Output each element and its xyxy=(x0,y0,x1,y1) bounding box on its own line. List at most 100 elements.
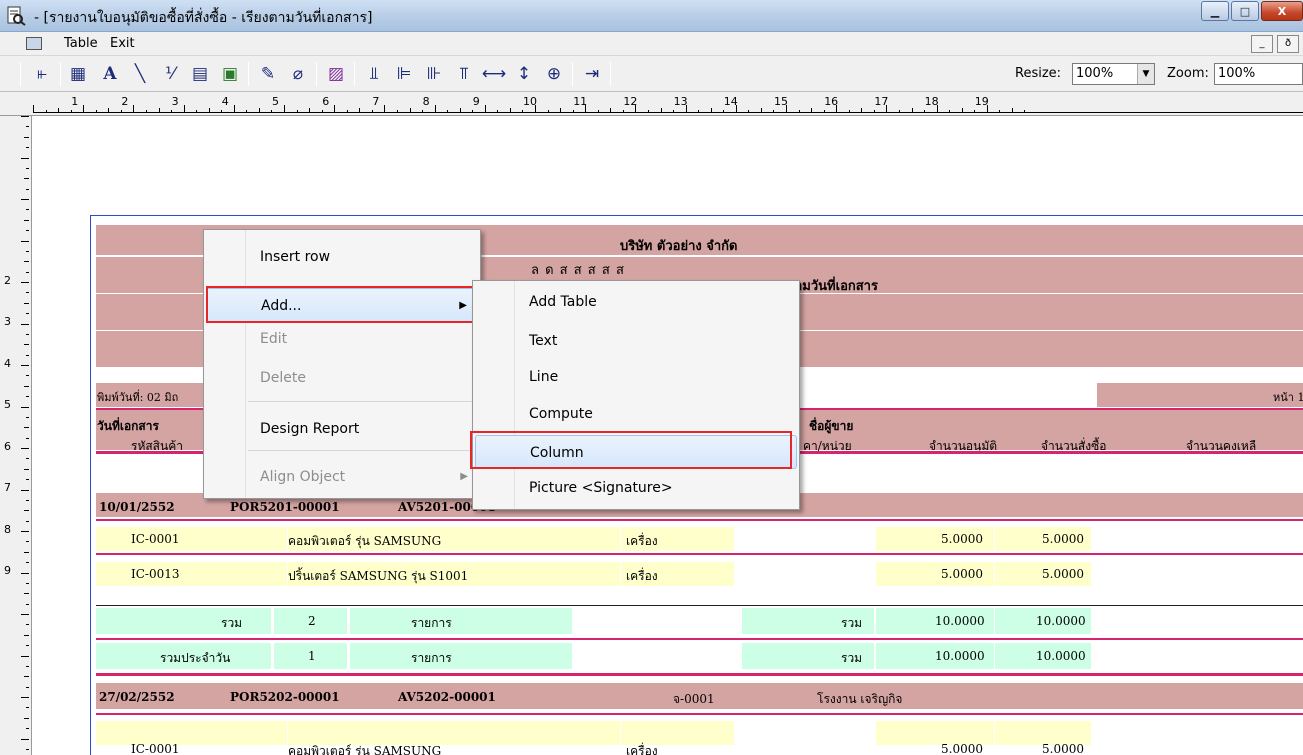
ruler-tick xyxy=(24,427,29,429)
menu-item-edit[interactable]: Edit xyxy=(206,322,478,356)
same-size-icon[interactable]: ⊕ xyxy=(542,62,566,86)
group-date: 10/01/2552 xyxy=(99,500,175,514)
ruler-tick xyxy=(24,634,29,636)
ruler-number: 12 xyxy=(623,95,638,108)
horizontal-ruler: 1 2 3 4 5 6 7 8 9 10 11 12 13 14 15 16 17 18 19 xyxy=(0,92,1303,116)
divider xyxy=(96,673,1303,676)
close-button[interactable]: X xyxy=(1261,1,1303,21)
line-ordered: 5.0000 xyxy=(1042,567,1084,581)
submenu-item-compute[interactable]: Compute xyxy=(475,397,797,431)
ruler-number: 14 xyxy=(723,95,738,108)
submenu-item-picture-signature[interactable]: Picture <Signature> xyxy=(475,471,797,505)
menu-item-insert-row[interactable]: Insert row xyxy=(206,240,478,274)
maximize-button[interactable]: □ xyxy=(1231,1,1259,21)
ruler-tick xyxy=(26,520,29,522)
ruler-tick xyxy=(26,313,29,315)
design-icon[interactable]: ▨ xyxy=(324,62,348,86)
menu-exit[interactable]: Exit xyxy=(110,36,135,51)
align-left-icon[interactable]: ⊫ xyxy=(392,62,416,86)
properties-icon[interactable]: ✎ xyxy=(256,62,280,86)
resize-select[interactable]: 100% ▼ xyxy=(1072,63,1155,85)
ruler-tick xyxy=(26,645,29,647)
title-partial: ล ด ส ส ส ส ส xyxy=(531,263,625,278)
toolbar-separator xyxy=(354,62,355,86)
menu-item-align-object[interactable]: Align Object ▶ xyxy=(206,460,478,494)
ruler-tick xyxy=(26,396,29,398)
minimize-button[interactable]: ▁ xyxy=(1201,1,1229,21)
line-code: IC-0001 xyxy=(131,742,180,755)
align-bottom-icon[interactable]: ⫫ xyxy=(362,62,386,86)
report-title: ามวันที่เอกสาร xyxy=(795,279,878,294)
ruler-tick xyxy=(26,624,29,626)
line-name: คอมพิวเตอร์ รุ่น SAMSUNG xyxy=(288,744,442,755)
resize-value: 100% xyxy=(1076,66,1114,81)
submenu-item-line[interactable]: Line xyxy=(475,360,797,394)
ruler-tick xyxy=(21,738,29,740)
ruler-number: 2 xyxy=(121,95,129,108)
menu-item-label: Line xyxy=(529,369,559,385)
menu-item-label: Compute xyxy=(529,406,593,422)
ruler-tick xyxy=(26,250,29,252)
divider xyxy=(96,638,1303,640)
table-icon[interactable]: ▦ xyxy=(66,62,90,86)
menu-separator xyxy=(248,401,478,402)
ruler-number: 18 xyxy=(924,95,939,108)
total-items-cell xyxy=(350,608,572,634)
eraser-icon[interactable]: ⌀ xyxy=(286,62,310,86)
mdi-window-icon[interactable] xyxy=(26,37,42,50)
zoom-select[interactable]: 100% xyxy=(1214,63,1303,85)
menu-item-label: Text xyxy=(529,333,558,349)
exit-door-icon[interactable]: ⇥ xyxy=(580,62,604,86)
divider xyxy=(96,605,1303,606)
align-top-icon[interactable]: ⫪ xyxy=(452,62,476,86)
menu-table[interactable]: Table xyxy=(64,36,98,51)
line-icon[interactable]: ╲ xyxy=(128,62,152,86)
divider xyxy=(96,553,1303,555)
same-height-icon[interactable]: ↕ xyxy=(512,62,536,86)
ruler-tick xyxy=(26,230,29,232)
print-date: พิมพ์วันที่: 02 มิถ xyxy=(97,391,179,404)
title-bar: - [รายงานใบอนุมัติขอซื้อที่สั่งซื้อ - เร… xyxy=(0,0,1303,32)
col-doc-date: วันที่เอกสาร xyxy=(97,419,159,433)
ruler-tick xyxy=(21,572,29,574)
text-icon[interactable]: A xyxy=(98,62,122,86)
chevron-down-icon[interactable]: ▼ xyxy=(1137,64,1154,84)
menu-bar: Table Exit _ ð xyxy=(0,32,1303,56)
line-unit: เครื่อง xyxy=(626,569,658,583)
align-right-icon[interactable]: ⊪ xyxy=(422,62,446,86)
ruler-tick xyxy=(26,167,29,169)
mdi-controls: _ ð xyxy=(1247,35,1299,53)
compute-icon[interactable]: ⅟ xyxy=(158,62,182,86)
menu-item-delete[interactable]: Delete xyxy=(206,361,478,395)
code-cell xyxy=(96,721,287,745)
toolbar-separator xyxy=(316,62,317,86)
ruler-tick xyxy=(21,697,29,698)
same-width-icon[interactable]: ⟷ xyxy=(482,62,506,86)
ruler-tick xyxy=(21,614,29,615)
daily-items-cell xyxy=(350,643,572,669)
ruler-number: 3 xyxy=(171,95,179,108)
menu-item-label: Edit xyxy=(260,331,288,347)
ruler-number: 1 xyxy=(71,95,79,108)
total-count: 2 xyxy=(308,614,316,628)
mdi-minimize-button[interactable]: _ xyxy=(1251,35,1273,53)
submenu-item-add-table[interactable]: Add Table xyxy=(475,285,797,319)
picture-icon[interactable]: ▣ xyxy=(218,62,242,86)
menu-item-design-report[interactable]: Design Report xyxy=(206,412,478,446)
ruler-tick xyxy=(26,209,29,211)
menu-item-label: Delete xyxy=(260,370,306,386)
line-unit: เครื่อง xyxy=(626,744,658,755)
ruler-tick xyxy=(26,665,29,667)
submenu-item-text[interactable]: Text xyxy=(475,324,797,358)
align-icon[interactable]: ⫦ xyxy=(30,62,54,86)
mdi-restore-button[interactable]: ð xyxy=(1277,35,1299,53)
group-po: POR5201-00001 xyxy=(230,500,340,514)
line-ordered: 5.0000 xyxy=(1042,742,1084,755)
group-date: 27/02/2552 xyxy=(99,690,175,704)
ruler-tick xyxy=(24,136,29,138)
column-icon[interactable]: ▤ xyxy=(188,62,212,86)
ruler-number: 9 xyxy=(4,564,11,578)
line-approved: 5.0000 xyxy=(941,532,983,546)
vertical-ruler: 2 3 4 5 6 7 8 9 xyxy=(0,116,32,755)
group-vendor: โรงงาน เจริญกิจ xyxy=(817,692,903,706)
